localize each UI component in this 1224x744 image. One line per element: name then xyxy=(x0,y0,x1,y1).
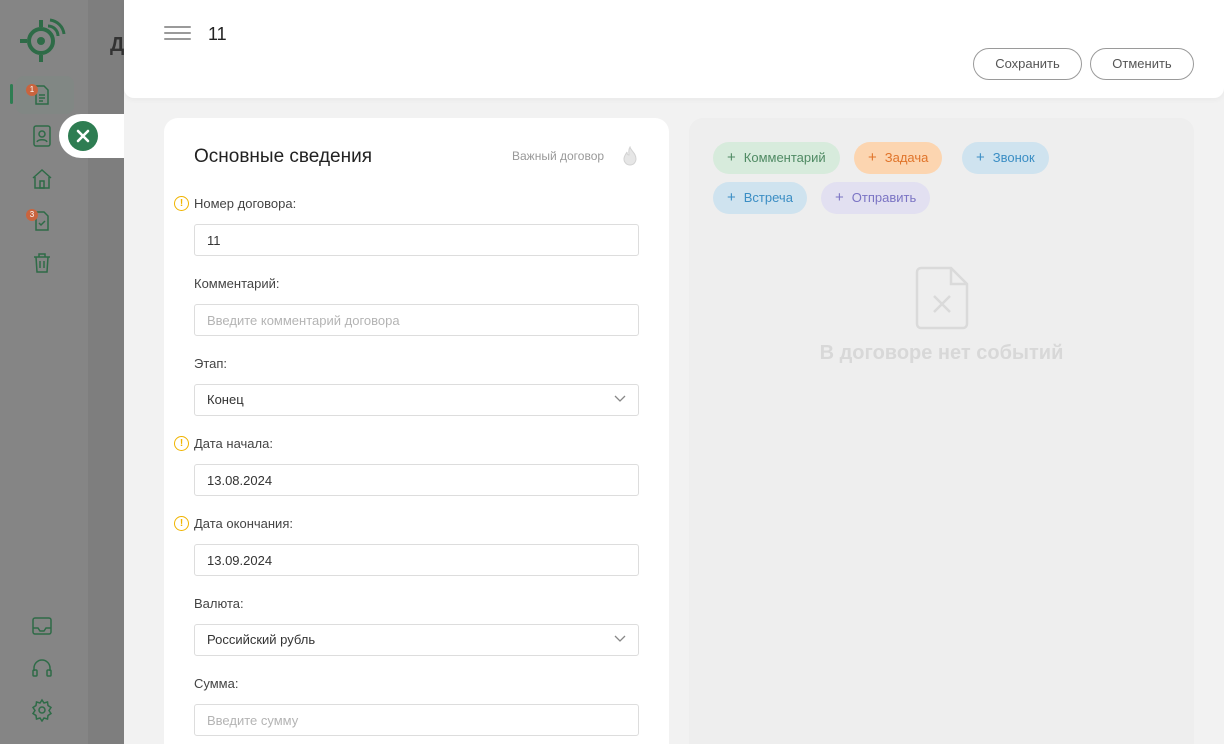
required-warning-icon: ! xyxy=(174,436,189,451)
add-call-label: Звонок xyxy=(992,150,1035,165)
contract-number-label: Номер договора: xyxy=(194,196,297,211)
gear-icon xyxy=(31,698,53,723)
comment-input[interactable] xyxy=(194,304,639,336)
trash-icon xyxy=(34,253,50,273)
sidebar-item-home[interactable] xyxy=(30,167,54,191)
save-button[interactable]: Сохранить xyxy=(973,48,1082,80)
home-icon xyxy=(32,168,52,189)
chevron-down-icon xyxy=(614,395,626,402)
required-warning-icon: ! xyxy=(174,516,189,531)
stage-select[interactable]: Конец xyxy=(194,384,639,416)
add-call-button[interactable]: + Звонок xyxy=(962,142,1049,174)
sidebar-item-clients[interactable] xyxy=(30,124,54,148)
inbox-icon xyxy=(32,617,52,635)
end-date-label: Дата окончания: xyxy=(194,516,293,531)
close-panel-button[interactable] xyxy=(68,121,98,151)
sidebar-item-settings[interactable] xyxy=(30,698,54,723)
send-button[interactable]: + Отправить xyxy=(821,182,931,214)
contracts-count-badge: 1 xyxy=(26,84,38,96)
no-events-text: В договоре нет событий xyxy=(819,342,1064,364)
add-task-button[interactable]: + Задача xyxy=(854,142,943,174)
currency-label: Валюта: xyxy=(194,596,244,611)
empty-document-icon xyxy=(915,266,969,330)
start-date-input[interactable] xyxy=(194,464,639,496)
close-icon xyxy=(76,129,90,143)
plus-icon: + xyxy=(976,149,985,166)
sidebar-item-trash[interactable] xyxy=(30,251,54,275)
add-comment-label: Комментарий xyxy=(743,150,826,165)
send-label: Отправить xyxy=(851,190,917,205)
app-logo-icon[interactable] xyxy=(18,16,66,64)
plus-icon: + xyxy=(727,149,736,166)
card-title: Основные сведения xyxy=(194,146,373,167)
panel-header: 11 Сохранить Отменить xyxy=(124,0,1224,98)
add-comment-button[interactable]: + Комментарий xyxy=(713,142,840,174)
contract-number-input[interactable] xyxy=(194,224,639,256)
fire-icon[interactable] xyxy=(621,146,639,168)
plus-icon: + xyxy=(727,189,736,206)
add-meeting-button[interactable]: + Встреча xyxy=(713,182,807,214)
stage-label: Этап: xyxy=(194,356,228,371)
main-info-card: Основные сведения Важный договор ! Номер… xyxy=(164,118,669,744)
currency-select[interactable]: Российский рубль xyxy=(194,624,639,656)
headset-icon xyxy=(32,659,52,677)
menu-icon[interactable] xyxy=(164,24,191,42)
comment-label: Комментарий: xyxy=(194,276,280,291)
required-warning-icon: ! xyxy=(174,196,189,211)
important-contract-label: Важный договор xyxy=(512,149,605,163)
plus-icon: + xyxy=(835,189,844,206)
tasks-count-badge: 3 xyxy=(26,209,38,221)
currency-value: Российский рубль xyxy=(207,632,316,647)
background-page-title: Д xyxy=(110,34,125,56)
stage-value: Конец xyxy=(207,392,244,407)
sidebar-active-indicator xyxy=(10,84,13,104)
events-card: + Комментарий + Задача + Звонок + Встреча + О… xyxy=(689,118,1194,744)
contact-card-icon xyxy=(33,125,51,147)
plus-icon: + xyxy=(868,149,877,166)
contract-title: 11 xyxy=(208,24,227,44)
cancel-button[interactable]: Отменить xyxy=(1090,48,1194,80)
start-date-label: Дата начала: xyxy=(194,436,273,451)
sidebar-item-support[interactable] xyxy=(30,656,54,680)
amount-label: Сумма: xyxy=(194,676,239,691)
add-meeting-label: Встреча xyxy=(743,190,793,205)
end-date-input[interactable] xyxy=(194,544,639,576)
amount-input[interactable] xyxy=(194,704,639,736)
add-task-label: Задача xyxy=(884,150,929,165)
contract-panel: 11 Сохранить Отменить Основные сведения … xyxy=(124,0,1224,744)
chevron-down-icon xyxy=(614,635,626,642)
sidebar-item-inbox[interactable] xyxy=(30,614,54,638)
